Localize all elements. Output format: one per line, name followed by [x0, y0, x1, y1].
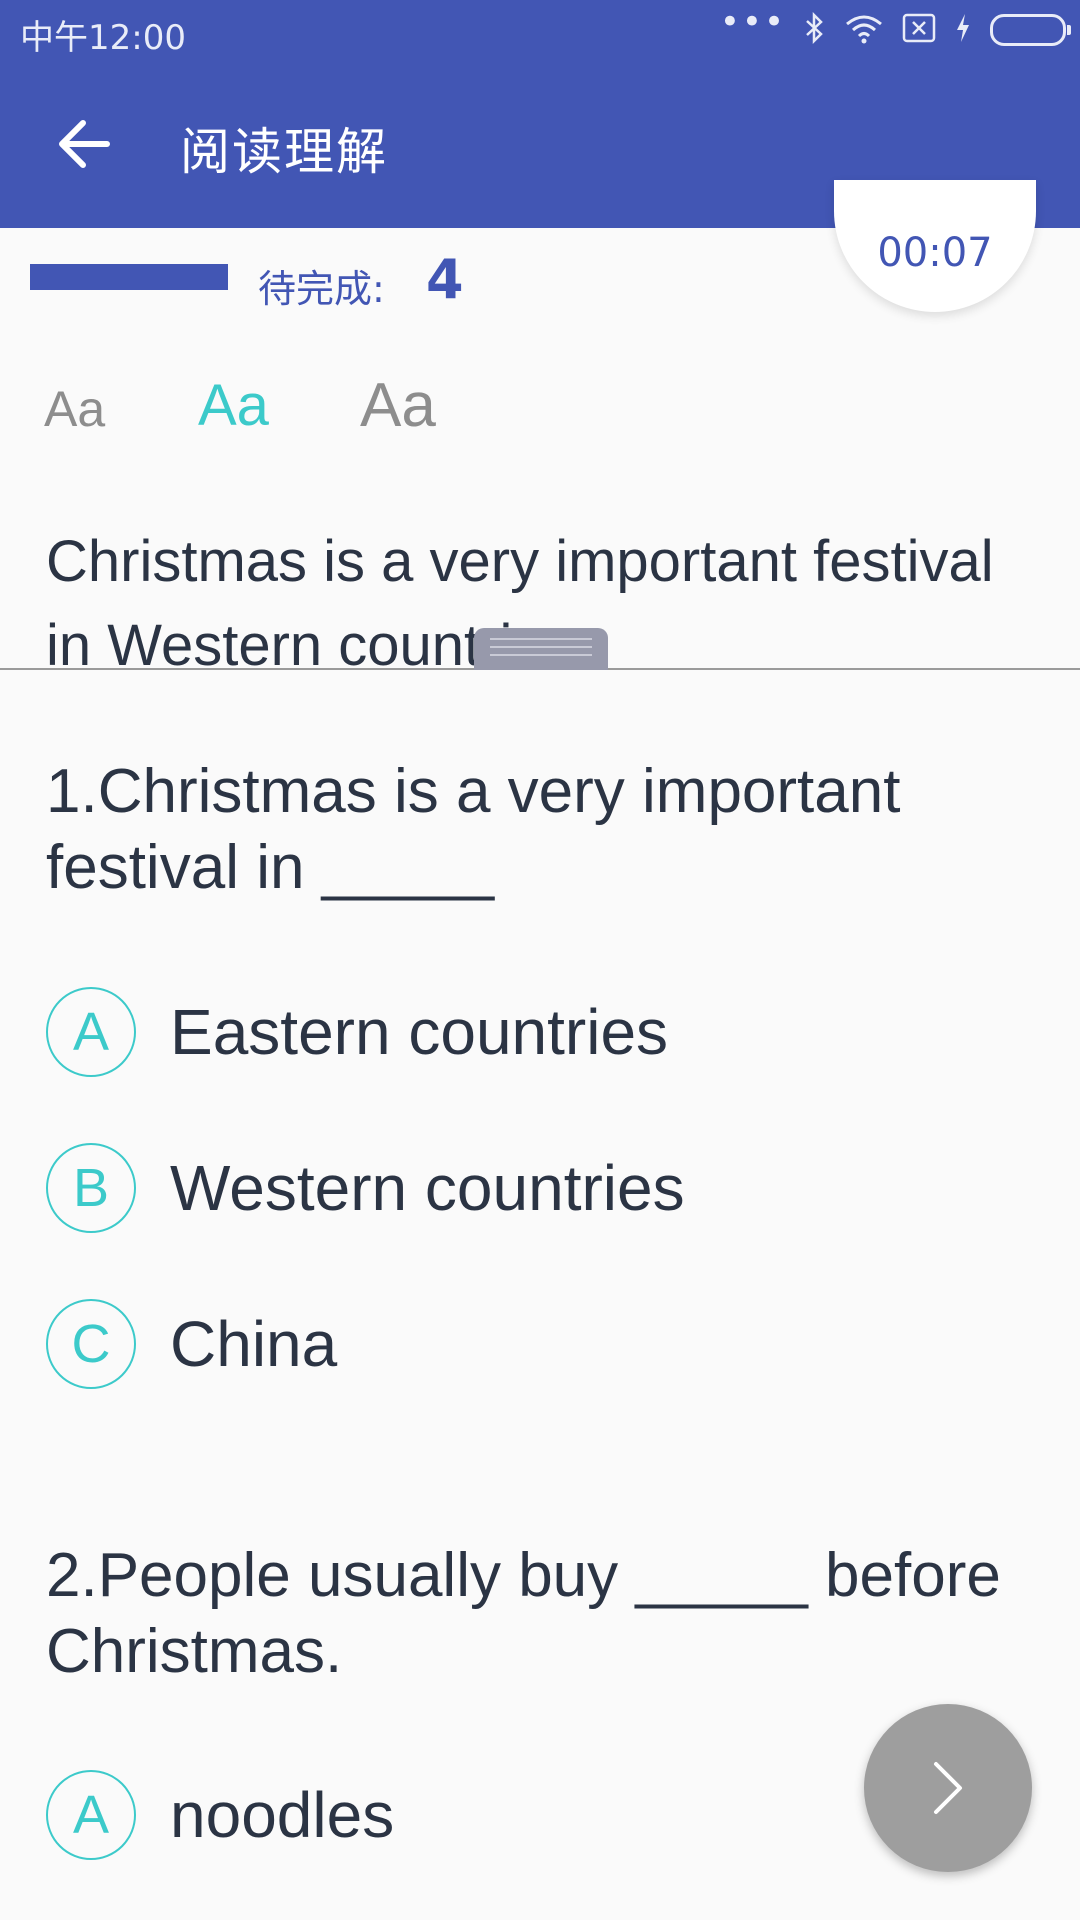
font-size-medium-button[interactable]: Aa — [198, 372, 269, 439]
question-2-text: 2.People usually buy _____ before Christ… — [46, 1541, 1001, 1686]
question-1-option-b[interactable]: B Western countries — [46, 1138, 685, 1238]
back-button[interactable] — [48, 108, 120, 180]
timer-badge: 00:07 — [834, 180, 1036, 312]
no-sim-icon — [902, 13, 936, 47]
bluetooth-icon — [804, 11, 826, 48]
wifi-icon — [844, 12, 884, 48]
status-icons: ••• — [720, 5, 1071, 48]
battery-icon — [990, 14, 1071, 46]
status-time: 中午12:00 — [20, 18, 186, 58]
question-2-option-a[interactable]: A noodles — [46, 1765, 394, 1865]
next-button[interactable] — [864, 1704, 1032, 1872]
option-text: Western countries — [170, 1152, 685, 1224]
question-1-text: 1.Christmas is a very important festival… — [46, 757, 901, 902]
option-letter-badge: C — [46, 1299, 136, 1389]
page-title: 阅读理解 — [180, 123, 388, 181]
pending-label: 待完成: — [258, 267, 385, 311]
timer-text: 00:07 — [877, 230, 993, 276]
question-1-option-c[interactable]: C China — [46, 1294, 337, 1394]
font-size-small-button[interactable]: Aa — [44, 380, 105, 438]
option-text: Eastern countries — [170, 996, 669, 1068]
option-letter-badge: B — [46, 1143, 136, 1233]
option-text: noodles — [170, 1779, 395, 1851]
font-size-large-button[interactable]: Aa — [360, 370, 436, 441]
arrow-left-icon — [59, 120, 110, 168]
charging-icon — [954, 12, 972, 48]
drag-handle[interactable] — [474, 628, 608, 670]
progress-bar — [30, 264, 228, 290]
font-size-selector: Aa Aa Aa — [0, 370, 1080, 470]
more-dots-icon: ••• — [719, 2, 786, 42]
pending-count: 4 — [426, 248, 464, 311]
option-letter-badge: A — [46, 1770, 136, 1860]
chevron-right-icon — [934, 1762, 962, 1814]
question-1-option-a[interactable]: A Eastern countries — [46, 982, 668, 1082]
option-letter-badge: A — [46, 987, 136, 1077]
option-text: China — [170, 1308, 338, 1380]
